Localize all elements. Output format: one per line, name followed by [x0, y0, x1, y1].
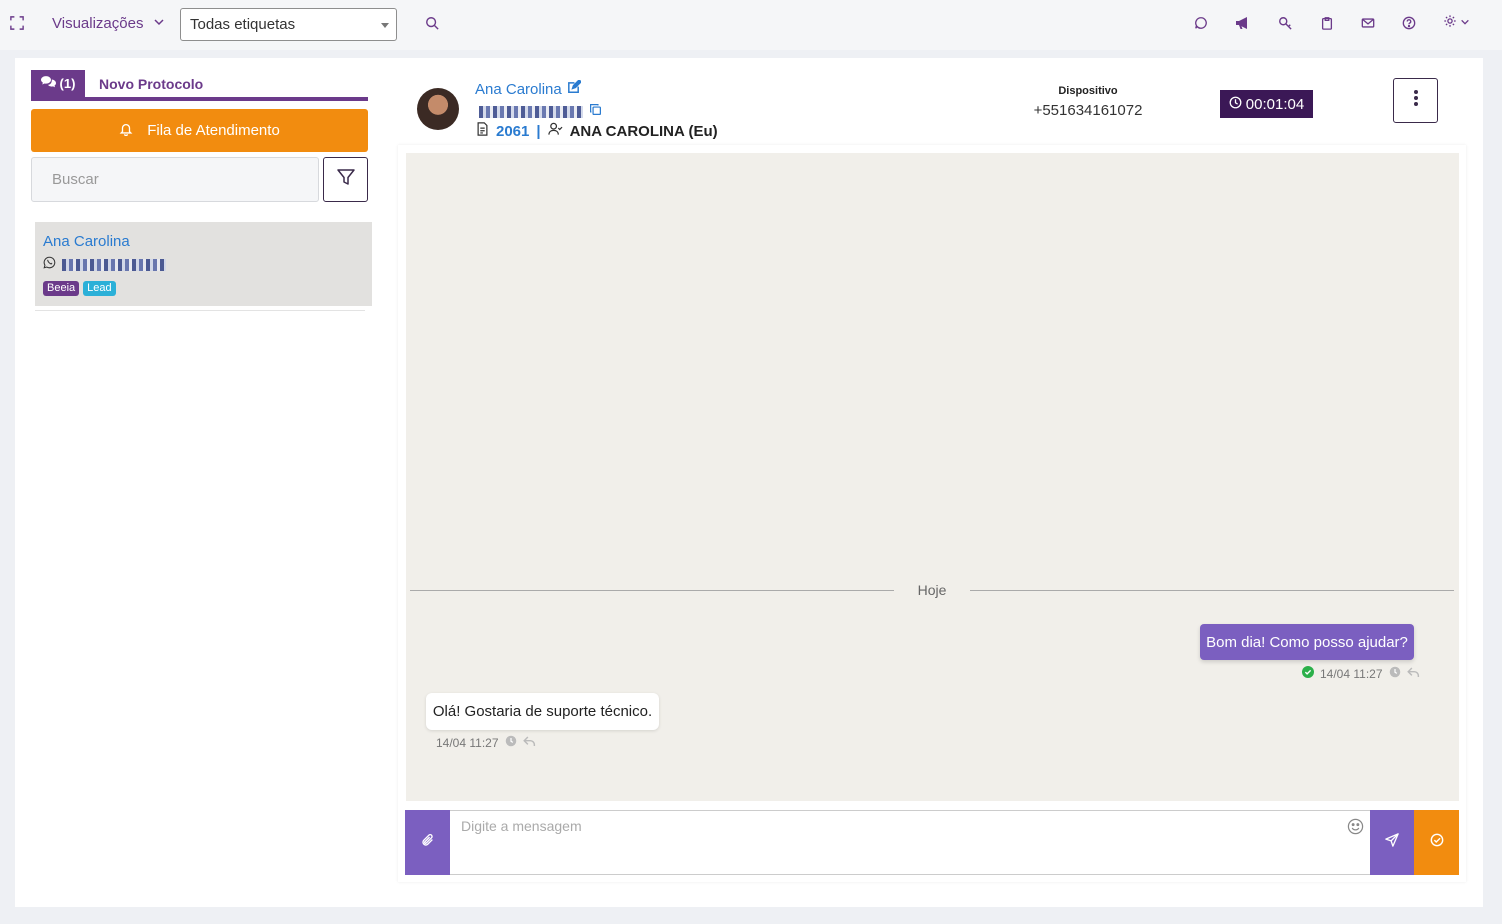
avatar — [417, 88, 459, 130]
help-icon[interactable] — [1402, 0, 1416, 46]
chat-bubbles-icon — [40, 76, 56, 91]
clock-icon[interactable] — [1389, 666, 1401, 681]
bell-icon — [119, 122, 133, 140]
queue-button-label: Fila de Atendimento — [147, 122, 280, 139]
chevron-down-icon — [1460, 14, 1470, 32]
tab-conversations-count: (1) — [59, 76, 76, 91]
assigned-agent: ANA CAROLINA (Eu) — [569, 122, 718, 140]
divider — [410, 589, 894, 591]
message-text: Bom dia! Como posso ajudar? — [1206, 633, 1408, 651]
gear-icon — [1443, 14, 1457, 33]
message-text: Olá! Gostaria de suporte técnico. — [432, 703, 653, 720]
tag-filter-select[interactable]: Todas etiquetas — [180, 8, 397, 41]
tab-new-protocol[interactable]: Novo Protocolo — [99, 76, 203, 92]
top-bar: Visualizações Todas etiquetas — [0, 0, 1502, 50]
divider — [35, 310, 365, 311]
device-number: +551634161072 — [1033, 102, 1143, 119]
finish-conversation-button[interactable] — [1414, 810, 1459, 875]
megaphone-icon[interactable] — [1235, 0, 1251, 46]
kebab-menu-icon — [1413, 89, 1419, 112]
reply-icon[interactable] — [1406, 667, 1420, 681]
meta-separator: | — [536, 122, 541, 140]
edit-icon[interactable] — [566, 78, 582, 99]
search-icon[interactable] — [425, 0, 439, 46]
tag-badge: Beeia — [43, 281, 80, 296]
chat-bubble-icon[interactable] — [1194, 0, 1208, 46]
tag-badge: Lead — [83, 281, 116, 296]
clock-icon — [1229, 96, 1242, 113]
tag-filter-value: Todas etiquetas — [190, 16, 296, 33]
contact-phone — [43, 256, 166, 274]
copy-icon[interactable] — [589, 103, 602, 121]
redacted-phone — [479, 106, 583, 118]
settings-menu[interactable] — [1443, 0, 1470, 46]
paperclip-icon — [421, 833, 435, 852]
views-label: Visualizações — [52, 14, 144, 32]
timer-value: 00:01:04 — [1245, 95, 1305, 113]
user-check-icon — [547, 122, 563, 140]
day-separator-label: Hoje — [917, 582, 947, 598]
message-input-placeholder: Digite a mensagem — [461, 818, 582, 834]
device-label: Dispositivo — [1058, 85, 1118, 97]
clock-icon[interactable] — [505, 735, 517, 750]
redacted-phone — [62, 259, 166, 271]
message-time: 14/04 11:27 — [1320, 666, 1383, 681]
check-circle-icon — [1302, 666, 1314, 681]
conversation-tabs: (1) Novo Protocolo — [31, 70, 368, 101]
emoji-icon[interactable] — [1347, 818, 1364, 840]
clipboard-icon[interactable] — [1320, 0, 1334, 46]
contact-list-item[interactable]: Ana Carolina Beeia Lead — [35, 222, 372, 306]
contact-name: Ana Carolina — [43, 233, 130, 250]
message-meta: 14/04 11:27 — [1302, 666, 1420, 681]
message-bubble-outgoing[interactable]: Bom dia! Como posso ajudar? — [1200, 624, 1414, 660]
caret-down-icon — [381, 23, 389, 28]
fullscreen-icon[interactable] — [10, 0, 24, 46]
mail-icon[interactable] — [1361, 0, 1375, 46]
document-icon — [476, 122, 489, 140]
search-input[interactable]: Buscar — [31, 157, 319, 202]
whatsapp-icon — [43, 256, 56, 274]
attach-button[interactable] — [405, 810, 450, 875]
conversation-timer: 00:01:04 — [1220, 90, 1313, 118]
contact-tags: Beeia Lead — [43, 281, 116, 296]
key-search-icon[interactable] — [1278, 0, 1292, 46]
header-meta: 2061 | ANA CAROLINA (Eu) — [476, 122, 718, 140]
send-button[interactable] — [1370, 810, 1414, 875]
funnel-icon — [336, 167, 356, 192]
header-contact-name[interactable]: Ana Carolina — [475, 78, 582, 99]
message-bubble-incoming[interactable]: Olá! Gostaria de suporte técnico. — [426, 693, 659, 730]
queue-button[interactable]: Fila de Atendimento — [31, 109, 368, 152]
protocol-number[interactable]: 2061 — [496, 123, 529, 140]
filter-button[interactable] — [323, 157, 368, 202]
chevron-down-icon — [153, 15, 165, 32]
divider — [970, 589, 1455, 591]
header-name-text: Ana Carolina — [475, 81, 562, 98]
tab-conversations[interactable]: (1) — [31, 70, 85, 97]
more-options-button[interactable] — [1393, 78, 1438, 123]
check-circle-icon — [1430, 833, 1444, 852]
reply-icon[interactable] — [522, 736, 536, 750]
views-menu[interactable]: Visualizações — [52, 0, 165, 46]
day-separator: Hoje — [410, 580, 1455, 600]
search-placeholder: Buscar — [52, 171, 99, 188]
paper-plane-icon — [1385, 833, 1399, 852]
header-phone — [479, 103, 602, 121]
message-meta: 14/04 11:27 — [436, 735, 536, 750]
message-time: 14/04 11:27 — [436, 735, 499, 750]
